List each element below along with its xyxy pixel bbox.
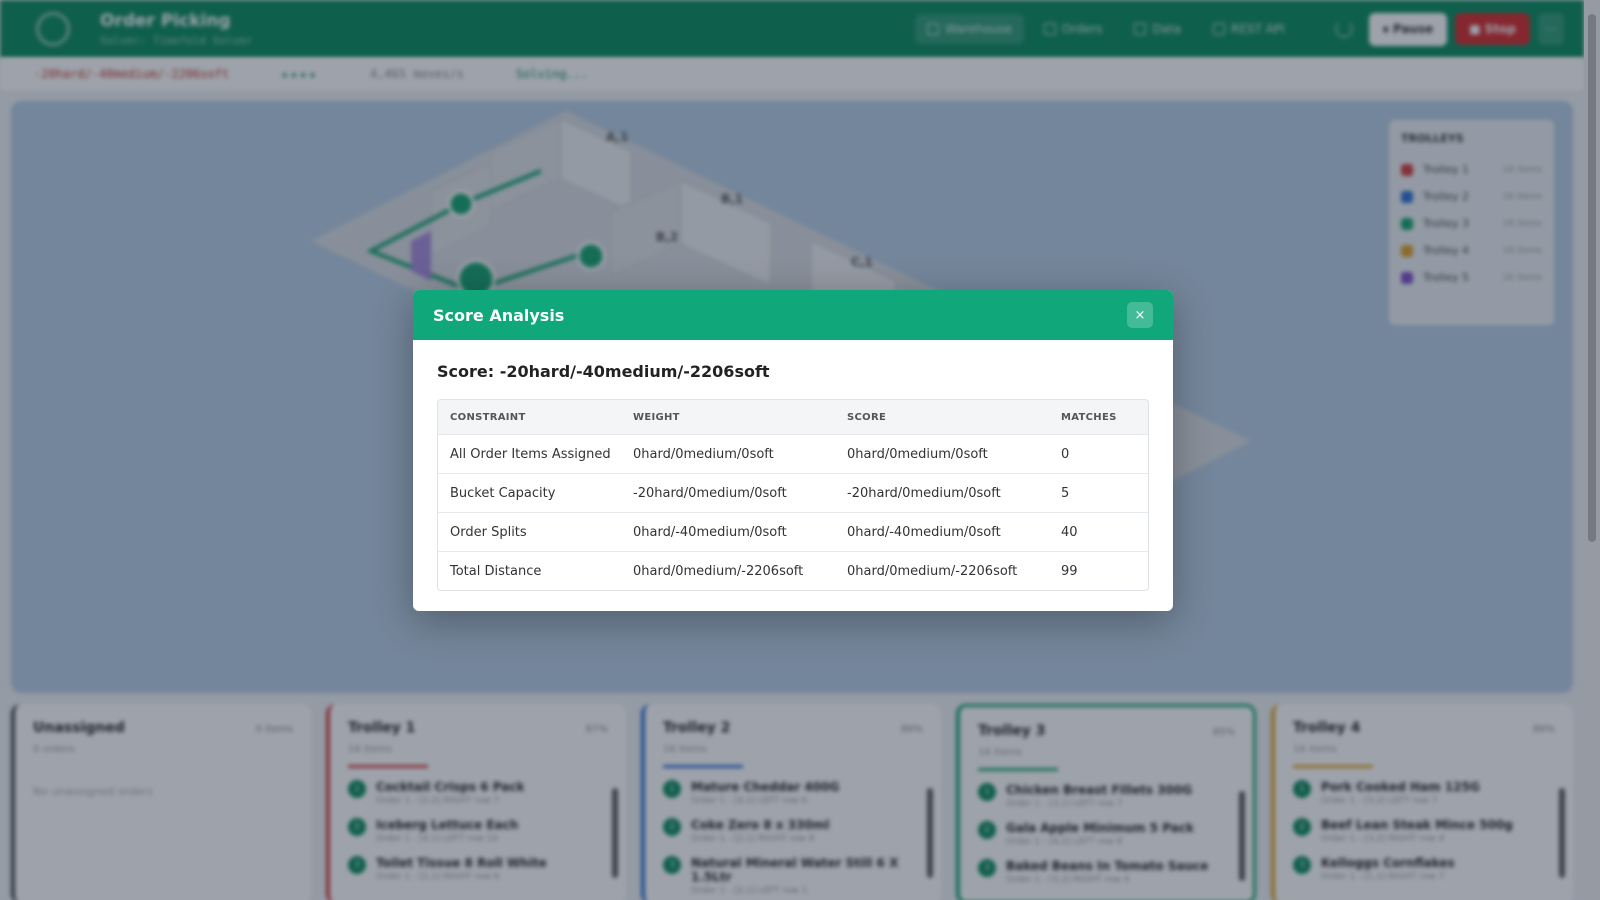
weight-cell: 0hard/0medium/0soft: [633, 446, 774, 462]
table-header-row: CONSTRAINT WEIGHT SCORE MATCHES: [438, 400, 1148, 434]
close-button[interactable]: ×: [1127, 302, 1153, 328]
matches-cell: 0: [1061, 446, 1070, 462]
score-cell: -20hard/0medium/0soft: [847, 485, 1001, 501]
weight-cell: 0hard/-40medium/0soft: [633, 524, 787, 540]
column-header-constraint[interactable]: CONSTRAINT: [438, 412, 633, 423]
modal-body: Score: -20hard/-40medium/-2206soft CONST…: [413, 340, 1173, 611]
constraint-cell: Order Splits: [450, 524, 527, 540]
score-cell: 0hard/0medium/0soft: [847, 446, 988, 462]
score-heading: Score: -20hard/-40medium/-2206soft: [437, 362, 770, 381]
matches-cell: 5: [1061, 485, 1070, 501]
modal-title: Score Analysis: [433, 305, 565, 325]
constraint-cell: Bucket Capacity: [450, 485, 556, 501]
modal-header: Score Analysis ×: [413, 290, 1173, 340]
table-row[interactable]: All Order Items Assigned 0hard/0medium/0…: [438, 434, 1148, 473]
weight-cell: -20hard/0medium/0soft: [633, 485, 787, 501]
column-header-score[interactable]: SCORE: [847, 412, 1061, 423]
column-header-weight[interactable]: WEIGHT: [633, 412, 847, 423]
constraint-cell: All Order Items Assigned: [450, 446, 611, 462]
score-cell: 0hard/0medium/-2206soft: [847, 563, 1018, 579]
matches-cell: 99: [1061, 563, 1078, 579]
score-analysis-modal: Score Analysis × Score: -20hard/-40mediu…: [413, 290, 1173, 611]
matches-cell: 40: [1061, 524, 1078, 540]
table-row[interactable]: Order Splits 0hard/-40medium/0soft 0hard…: [438, 512, 1148, 551]
constraint-cell: Total Distance: [450, 563, 542, 579]
table-row[interactable]: Total Distance 0hard/0medium/-2206soft 0…: [438, 551, 1148, 590]
score-cell: 0hard/-40medium/0soft: [847, 524, 1001, 540]
table-row[interactable]: Bucket Capacity -20hard/0medium/0soft -2…: [438, 473, 1148, 512]
constraint-table: CONSTRAINT WEIGHT SCORE MATCHES All Orde…: [437, 399, 1149, 591]
weight-cell: 0hard/0medium/-2206soft: [633, 563, 804, 579]
column-header-matches[interactable]: MATCHES: [1061, 412, 1148, 423]
